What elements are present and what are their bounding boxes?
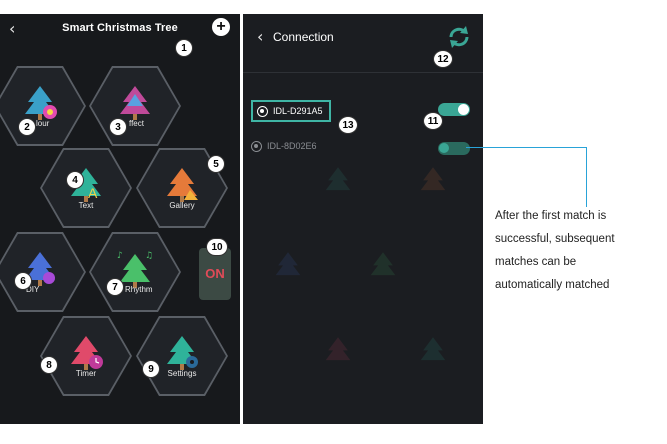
device-name: IDL-8D02E6 [267,141,317,151]
title-bar: ‹ Smart Christmas Tree + [0,14,240,50]
background-tree-icon [275,252,301,276]
svg-text:♫: ♫ [145,251,153,261]
refresh-icon[interactable] [446,24,472,50]
device-item[interactable]: IDL-8D02E6 [251,136,317,156]
device-name: IDL-D291A5 [273,106,323,116]
bluetooth-device-icon [257,105,268,117]
device-connection-toggle[interactable] [438,142,470,155]
callout-badge: 13 [338,116,358,134]
device-item[interactable]: IDL-D291A5 [251,100,331,122]
tile-label: Gallery [169,201,195,210]
add-button[interactable]: + [212,18,230,36]
page-title: Smart Christmas Tree [62,22,178,34]
callout-badge: 6 [14,272,32,290]
device-connection-toggle[interactable] [438,103,470,116]
note-line: automatically matched [495,279,610,291]
callout-badge: 4 [66,171,84,189]
callout-line [586,147,587,207]
connection-screen: ‹ Connection IDL-D291A5 IDL-8D02E6 12 13… [243,14,483,424]
callout-badge: 9 [142,360,160,378]
callout-badge: 7 [106,278,124,296]
callout-badge: 1 [175,39,193,57]
svg-text:A: A [88,185,98,201]
callout-badge: 10 [206,238,228,256]
divider [243,72,483,73]
annotation-note: After the first match is successful, sub… [495,205,665,297]
background-tree-icon [325,337,351,361]
svg-text:♪: ♪ [117,251,123,261]
bluetooth-device-icon [251,140,262,152]
note-line: After the first match is [495,210,607,222]
callout-badge: 2 [18,118,36,136]
home-screen: ‹ Smart Christmas Tree + lour ffect A Te… [0,14,240,424]
callout-line [466,147,586,148]
background-tree-icon [325,167,351,191]
callout-badge: 5 [207,155,225,173]
tile-diy[interactable]: DIY [0,232,86,312]
tile-label: lour [36,119,50,128]
callout-badge: 12 [433,50,453,68]
tile-colour[interactable]: lour [0,66,86,146]
background-tree-icon [420,167,446,191]
tile-effect[interactable]: ffect [89,66,181,146]
background-tree-icon [370,252,396,276]
background-tree-icon [420,337,446,361]
tile-text[interactable]: A Text [40,148,132,228]
tile-rhythm[interactable]: ♪ ♫ Rhythm [89,232,181,312]
note-line: successful, subsequent [495,233,615,245]
tile-settings[interactable]: Settings [136,316,228,396]
tile-label: ffect [129,119,144,128]
callout-badge: 8 [40,356,58,374]
tile-label: Text [78,201,94,210]
callout-badge: 3 [109,118,127,136]
tile-timer[interactable]: Timer [40,316,132,396]
back-icon[interactable]: ‹ [257,27,263,46]
tile-label: DIY [26,285,40,294]
tile-label: Rhythm [125,285,153,294]
note-line: matches can be [495,256,577,268]
page-title: Connection [273,30,334,44]
callout-badge: 11 [423,112,443,130]
